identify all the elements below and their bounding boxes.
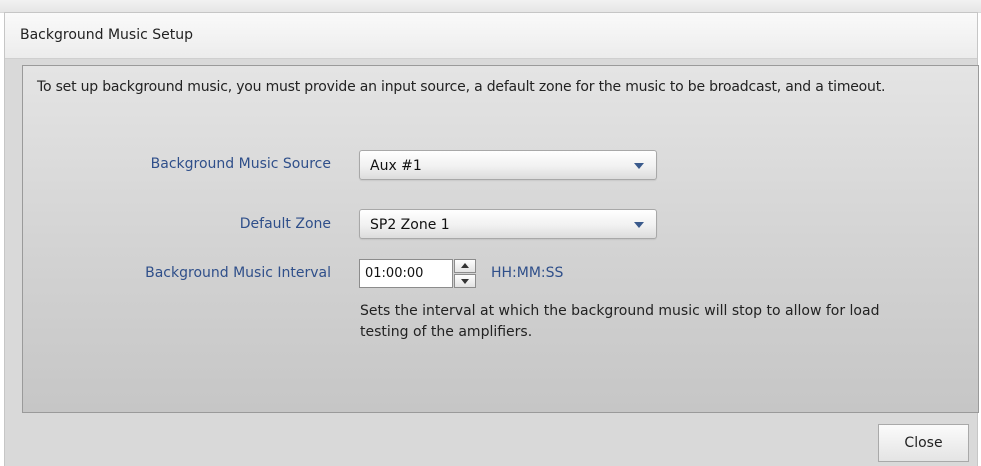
close-button[interactable]: Close xyxy=(878,424,969,462)
interval-help-text: Sets the interval at which the backgroun… xyxy=(360,303,880,340)
interval-increment-button[interactable] xyxy=(454,259,476,273)
chevron-down-icon xyxy=(634,163,644,169)
zone-select[interactable]: SP2 Zone 1 xyxy=(359,209,657,239)
dialog-title: Background Music Setup xyxy=(20,27,194,43)
dialog-title-bar: Background Music Setup xyxy=(5,13,977,59)
arrow-down-icon xyxy=(461,279,469,284)
zone-selected-value: SP2 Zone 1 xyxy=(370,217,450,233)
arrow-up-icon xyxy=(461,263,469,268)
zone-label: Default Zone xyxy=(239,216,331,232)
interval-decrement-button[interactable] xyxy=(454,274,476,288)
source-select[interactable]: Aux #1 xyxy=(359,150,657,180)
intro-text: To set up background music, you must pro… xyxy=(37,79,886,95)
interval-label: Background Music Interval xyxy=(145,265,331,281)
background-music-setup-dialog: Background Music Setup To set up backgro… xyxy=(4,12,979,466)
interval-stepper xyxy=(359,259,479,288)
interval-input[interactable] xyxy=(359,259,453,288)
interval-format-hint: HH:MM:SS xyxy=(491,265,564,281)
source-selected-value: Aux #1 xyxy=(370,158,422,174)
chevron-down-icon xyxy=(634,222,644,228)
source-label: Background Music Source xyxy=(150,156,331,172)
content-panel: To set up background music, you must pro… xyxy=(22,65,979,413)
